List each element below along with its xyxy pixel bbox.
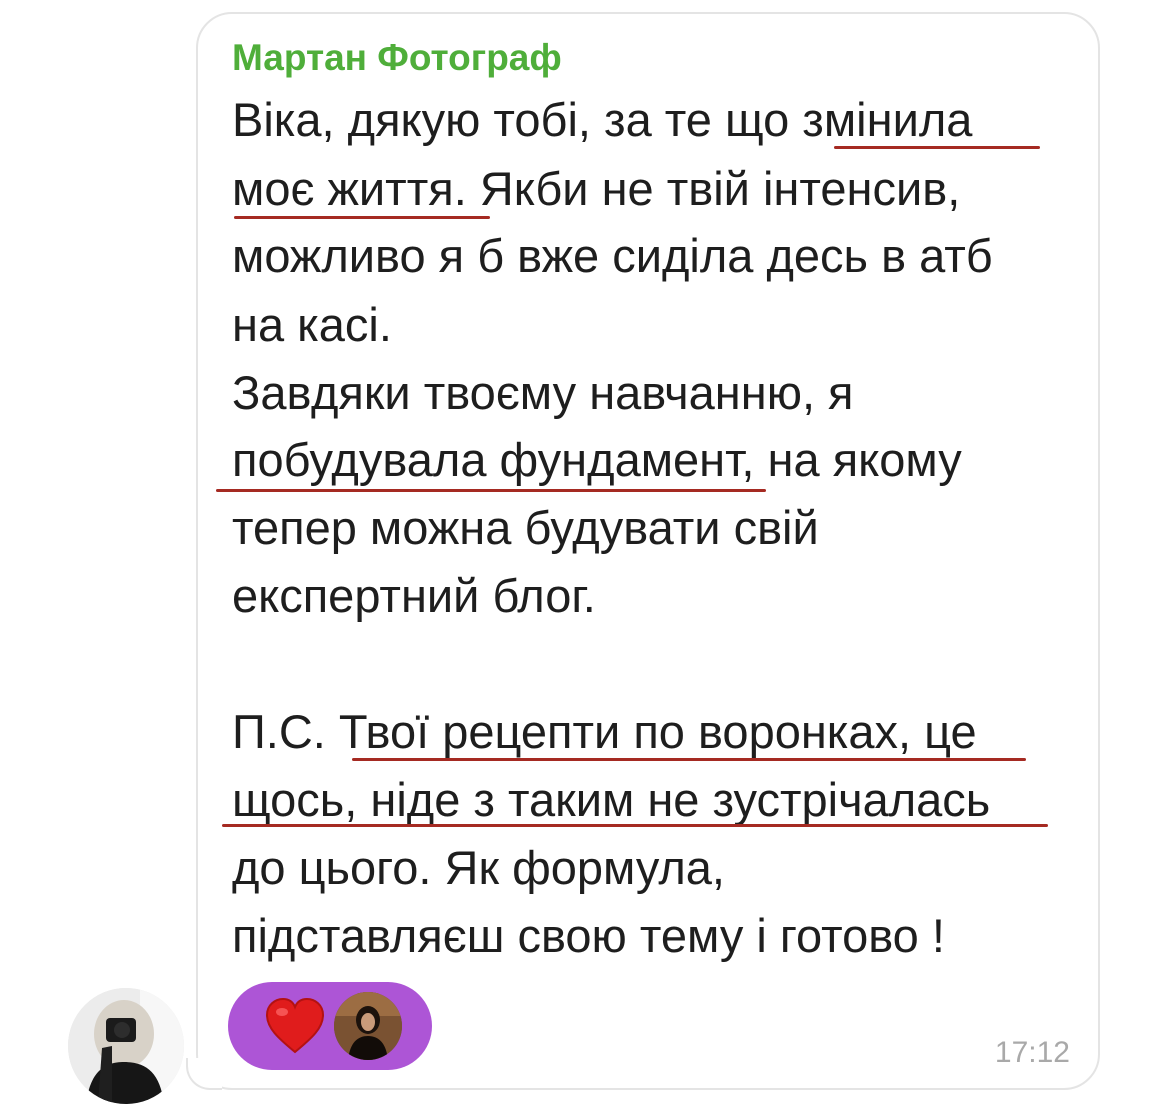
message-bubble-tail xyxy=(186,1058,222,1090)
message-line: до цього. Як формула, xyxy=(232,841,725,894)
message-line: підставляєш свою тему і готово ! xyxy=(232,909,945,962)
chat-view: Мартан Фотограф Віка, дякую тобі, за те … xyxy=(0,0,1170,1108)
message-timestamp: 17:12 xyxy=(994,1036,1070,1069)
underline-mark xyxy=(222,824,1048,827)
underline-mark xyxy=(234,216,490,219)
underline-mark xyxy=(352,758,1026,761)
sender-avatar[interactable] xyxy=(68,988,184,1104)
reactor-avatar[interactable] xyxy=(334,992,402,1060)
message-line: Завдяки твоєму навчанню, я xyxy=(232,366,854,419)
reactor-photo xyxy=(334,992,402,1060)
message-line: на касі. xyxy=(232,298,392,351)
avatar-photo xyxy=(68,988,184,1104)
reaction-pill[interactable] xyxy=(228,982,432,1070)
sender-name[interactable]: Мартан Фотограф xyxy=(232,36,562,80)
message-line: експертний блог. xyxy=(232,569,596,622)
message-line: можливо я б вже сиділа десь в атб xyxy=(232,229,993,282)
heart-icon xyxy=(265,997,325,1054)
message-line: щось, ніде з таким не зустрічалась xyxy=(232,773,991,826)
message-line: П.С. Твої рецепти по воронках, це xyxy=(232,705,977,758)
message-line: тепер можна будувати свій xyxy=(232,501,819,554)
message-line: побудувала фундамент, на якому xyxy=(232,433,962,486)
message-line: Віка, дякую тобі, за те що змінила xyxy=(232,93,973,146)
message-line: моє життя. Якби не твій інтенсив, xyxy=(232,162,961,215)
underline-mark xyxy=(216,489,766,492)
underline-mark xyxy=(834,146,1040,149)
